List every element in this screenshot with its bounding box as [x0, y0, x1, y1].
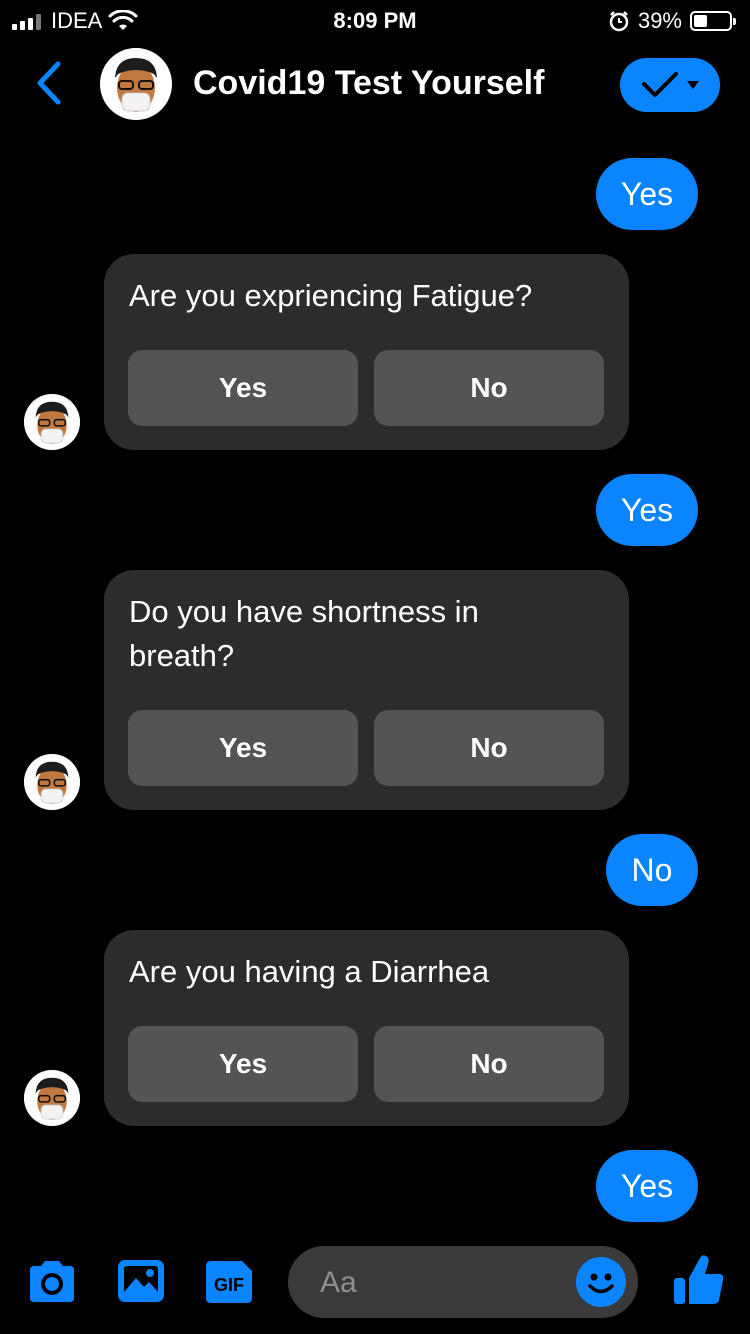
outgoing-message: No	[606, 834, 698, 906]
masked-face-icon	[24, 754, 80, 810]
message-composer: GIF Aa	[0, 1240, 750, 1334]
status-bar: IDEA 8:09 PM 39%	[0, 0, 750, 42]
check-dropdown-button[interactable]	[620, 58, 720, 112]
question-text: Are you having a Diarrhea	[129, 954, 490, 989]
question-card: Do you have shortness in breath? Yes No	[104, 570, 629, 810]
alarm-icon	[609, 11, 629, 32]
message-list[interactable]: Yes Are you expriencing Fatigue? Yes No …	[0, 132, 750, 1240]
no-button[interactable]: No	[374, 710, 604, 786]
no-button[interactable]: No	[374, 350, 604, 426]
question-card: Are you having a Diarrhea Yes No	[104, 930, 629, 1126]
bot-avatar[interactable]	[100, 48, 172, 120]
camera-icon[interactable]	[26, 1258, 78, 1304]
masked-face-icon	[24, 1070, 80, 1126]
bot-avatar-small	[24, 1070, 80, 1126]
question-text: Do you have shortness in breath?	[129, 594, 479, 673]
status-right: 39%	[608, 8, 736, 34]
gif-icon[interactable]: GIF	[202, 1258, 256, 1306]
outgoing-message: Yes	[596, 1150, 698, 1222]
no-button[interactable]: No	[374, 1026, 604, 1102]
emoji-icon[interactable]	[576, 1257, 626, 1307]
outgoing-message: Yes	[596, 158, 698, 230]
bot-avatar-small	[24, 394, 80, 450]
battery-icon	[690, 11, 736, 31]
question-text: Are you expriencing Fatigue?	[129, 278, 533, 313]
caret-down-icon	[687, 81, 699, 89]
chat-header: Covid19 Test Yourself	[0, 42, 750, 132]
chat-title[interactable]: Covid19 Test Yourself	[193, 64, 544, 103]
yes-button[interactable]: Yes	[128, 1026, 358, 1102]
message-input-placeholder: Aa	[320, 1266, 357, 1299]
chevron-left-icon[interactable]	[28, 58, 72, 108]
battery-percent: 39%	[637, 8, 682, 33]
bot-avatar-small	[24, 754, 80, 810]
yes-button[interactable]: Yes	[128, 350, 358, 426]
masked-face-icon	[100, 48, 172, 120]
message-input[interactable]: Aa	[288, 1246, 638, 1318]
photo-icon[interactable]	[116, 1258, 166, 1304]
masked-face-icon	[24, 394, 80, 450]
thumbs-up-icon[interactable]	[672, 1252, 726, 1308]
checkmark-icon	[642, 72, 678, 97]
question-card: Are you expriencing Fatigue? Yes No	[104, 254, 629, 450]
yes-button[interactable]: Yes	[128, 710, 358, 786]
outgoing-message: Yes	[596, 474, 698, 546]
gif-label: GIF	[214, 1275, 244, 1295]
